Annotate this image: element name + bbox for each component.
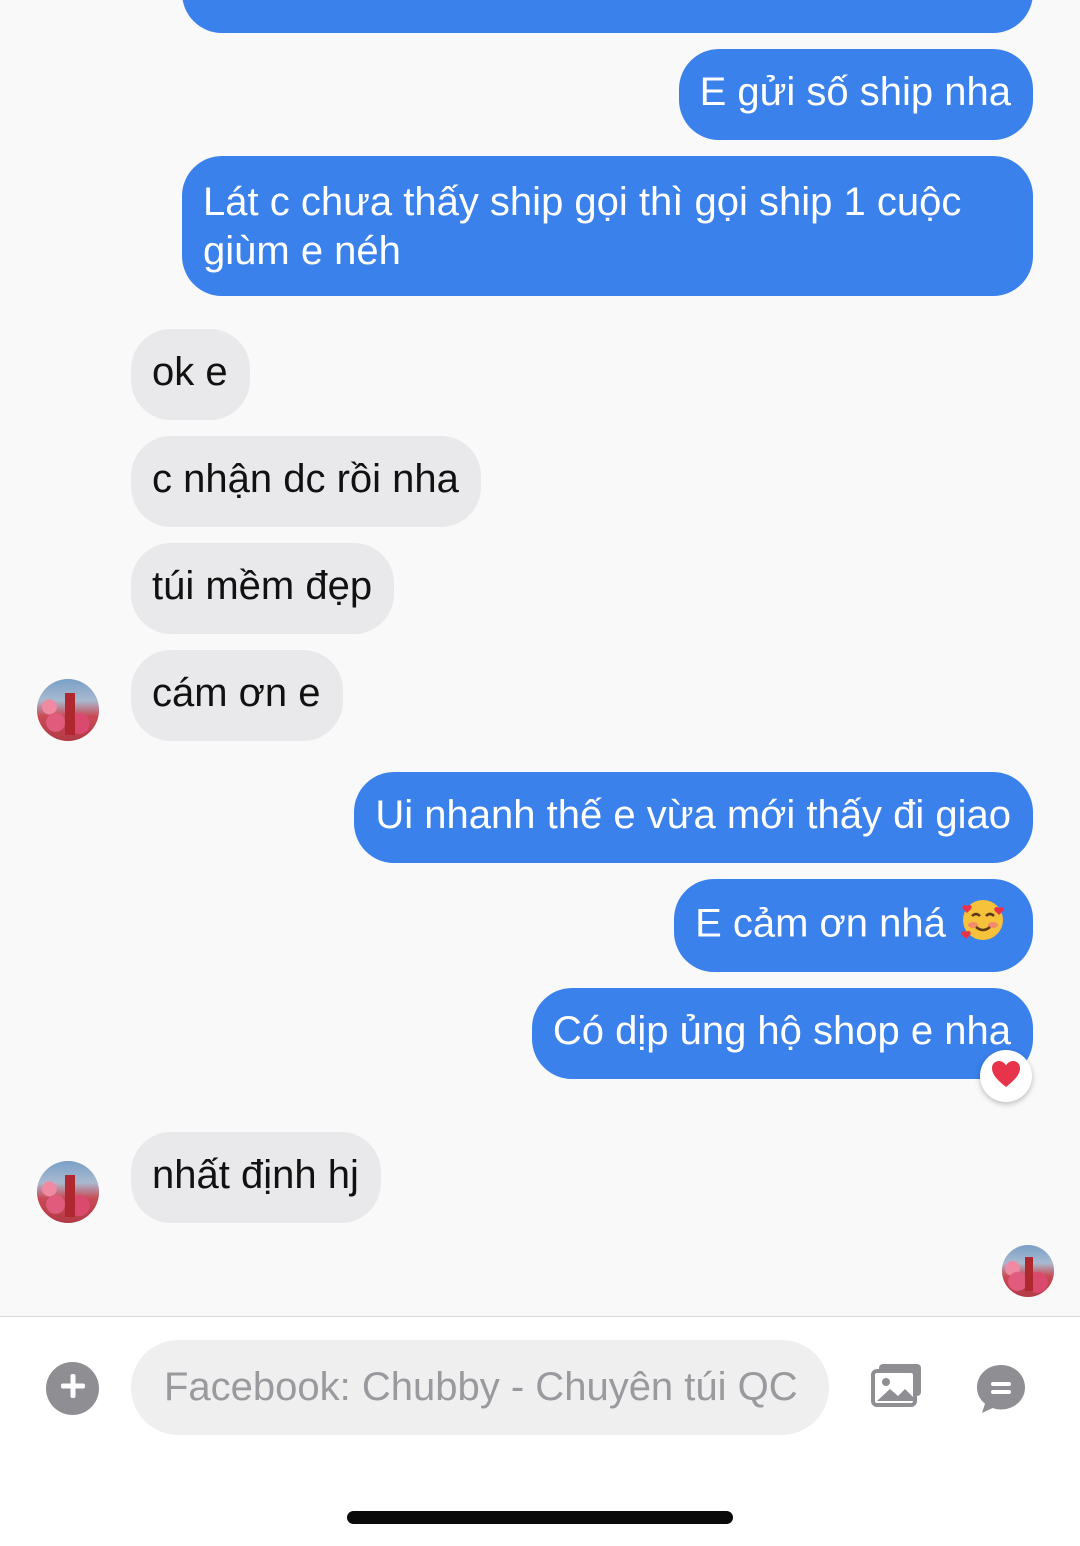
plus-icon [58, 1371, 88, 1406]
avatar-image-detail [65, 1175, 75, 1217]
message-incoming[interactable]: cám ơn e [131, 650, 343, 741]
message-text: E cảm ơn nhá [695, 901, 946, 946]
home-indicator[interactable] [347, 1511, 733, 1524]
message-incoming[interactable]: c nhận dc rồi nha [131, 436, 481, 527]
message-incoming[interactable]: ok e [131, 329, 250, 420]
quick-reply-button[interactable] [974, 1362, 1028, 1416]
message-text: Ui nhanh thế e vừa mới thấy đi giao [375, 793, 1011, 837]
message-text: nhất định hj [152, 1153, 359, 1197]
smiling-face-with-hearts-icon [961, 898, 1005, 954]
message-outgoing[interactable]: Có dịp ủng hộ shop e nha [531, 988, 1033, 1079]
seen-receipt-avatar [1002, 1245, 1054, 1297]
message-incoming[interactable]: nhất định hj [131, 1132, 381, 1223]
message-text: c nhận dc rồi nha [152, 457, 459, 501]
message-thread[interactable]: 0962885647 E gửi số ship nha Lát c chưa … [0, 0, 1080, 1316]
message-text: E gửi số ship nha [699, 70, 1011, 114]
reaction-badge[interactable] [980, 1050, 1032, 1102]
message-input-field[interactable] [131, 1340, 829, 1435]
contact-avatar[interactable] [37, 1161, 99, 1223]
message-outgoing[interactable]: Ui nhanh thế e vừa mới thấy đi giao [354, 772, 1033, 863]
photo-gallery-icon [870, 1364, 924, 1412]
message-outgoing[interactable]: Lát c chưa thấy ship gọi thì gọi ship 1 … [182, 156, 1033, 296]
message-outgoing[interactable]: E gửi số ship nha [678, 49, 1033, 140]
message-incoming[interactable]: túi mềm đẹp [131, 543, 395, 634]
avatar-image-detail [1025, 1257, 1033, 1291]
message-input[interactable] [162, 1364, 806, 1411]
message-outgoing-partial[interactable]: 0962885647 [182, 0, 1033, 33]
message-outgoing[interactable]: E cảm ơn nhá [674, 879, 1033, 972]
avatar-image-detail [65, 693, 75, 735]
add-attachment-button[interactable] [46, 1362, 99, 1415]
message-text: cám ơn e [152, 671, 321, 715]
message-text: Có dịp ủng hộ shop e nha [552, 1009, 1011, 1053]
contact-avatar[interactable] [37, 679, 99, 741]
message-text: Lát c chưa thấy ship gọi thì gọi ship 1 … [203, 180, 962, 273]
message-text: ok e [152, 350, 228, 394]
heart-icon [990, 1059, 1022, 1094]
chat-bubble-icon [974, 1365, 1028, 1420]
photo-gallery-button[interactable] [870, 1362, 924, 1408]
message-text: túi mềm đẹp [152, 564, 373, 608]
